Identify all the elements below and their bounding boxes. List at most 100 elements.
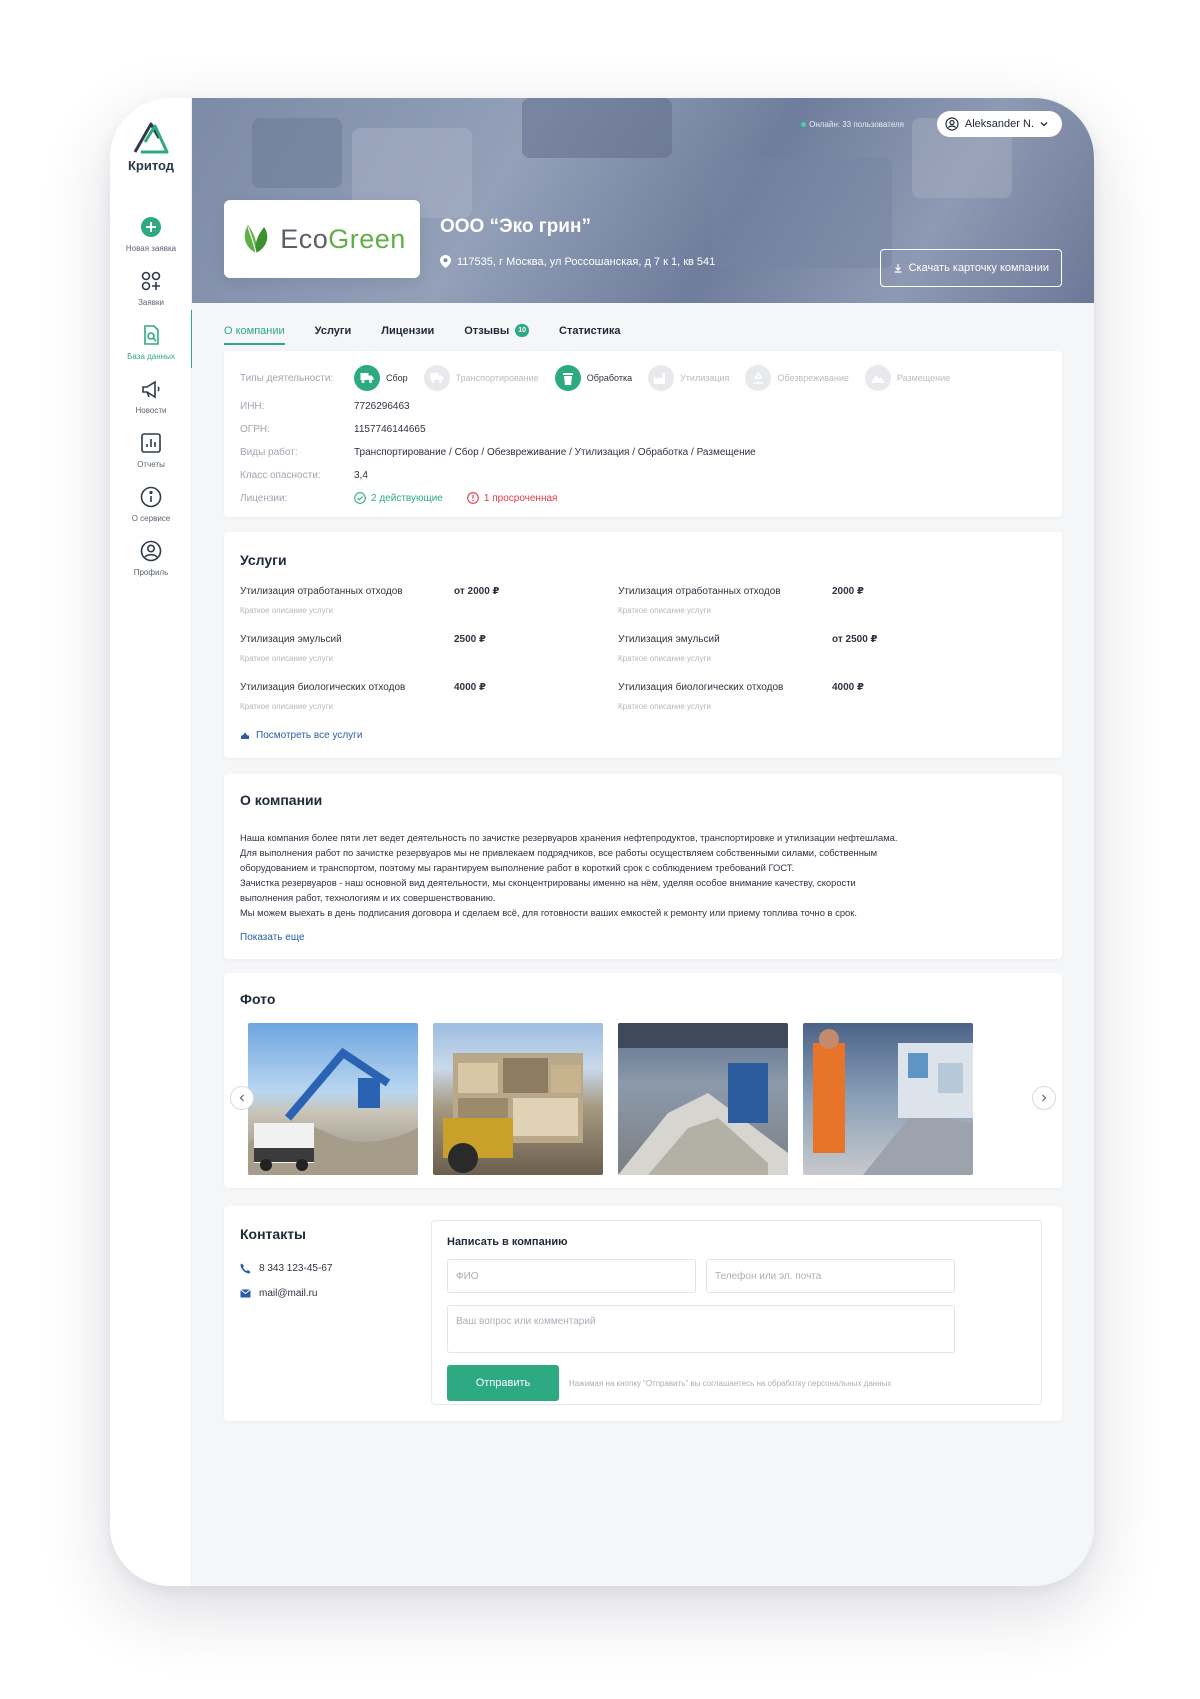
service-item[interactable]: Утилизация отработанных отходов Краткое о… xyxy=(618,586,864,615)
plus-circle-icon xyxy=(138,214,164,240)
recycle-icon xyxy=(745,365,772,391)
inn-row: ИНН: 7726296463 xyxy=(240,401,410,412)
leaf-icon xyxy=(244,225,268,254)
company-logo: EcoGreen xyxy=(224,200,420,278)
photo-thumbnail[interactable] xyxy=(248,1023,418,1175)
hero-background-shape xyxy=(712,158,892,268)
user-menu-button[interactable]: Aleksander N. xyxy=(936,111,1062,137)
activity-collection: Сбор xyxy=(354,365,408,391)
service-item[interactable]: Утилизация отработанных отходов Краткое о… xyxy=(240,586,500,615)
contact-form-title: Написать в компанию xyxy=(447,1236,568,1248)
download-icon xyxy=(894,264,902,273)
document-search-icon xyxy=(138,322,164,348)
activity-processing: Обработка xyxy=(554,365,632,391)
contact-email[interactable]: mail@mail.ru xyxy=(240,1288,318,1299)
hero-background-shape xyxy=(522,98,672,158)
ogrn-value: 1157746144665 xyxy=(354,424,426,435)
activity-transportation: Транспортирование xyxy=(423,365,539,391)
photo-thumbnail[interactable] xyxy=(618,1023,788,1175)
about-title: О компании xyxy=(240,792,323,808)
tab-services[interactable]: Услуги xyxy=(315,324,352,345)
tab-licenses[interactable]: Лицензии xyxy=(381,324,434,345)
megaphone-icon xyxy=(138,376,164,402)
about-description: Наша компания более пяти лет ведет деяте… xyxy=(240,832,898,918)
services-title: Услуги xyxy=(240,552,287,568)
photos-next-button[interactable] xyxy=(1032,1086,1056,1110)
tab-about[interactable]: О компании xyxy=(224,324,285,345)
chevron-down-icon xyxy=(1040,122,1048,127)
online-dot-icon xyxy=(801,122,807,128)
sidebar-item-reports[interactable]: Отчеты xyxy=(110,430,192,469)
landfill-icon xyxy=(864,365,891,391)
company-name: ООО “Эко грин” xyxy=(440,216,591,237)
activity-neutralization: Обезвреживание xyxy=(745,365,849,391)
works-value: Транспортирование / Сбор / Обезвреживани… xyxy=(354,447,756,458)
view-all-services-link[interactable]: Посмотреть все услуги xyxy=(240,730,362,741)
show-more-link[interactable]: Показать еще xyxy=(240,932,305,943)
photos-prev-button[interactable] xyxy=(230,1086,254,1110)
sidebar-item-about-service[interactable]: О сервисе xyxy=(110,484,192,523)
inn-value: 7726296463 xyxy=(354,401,410,412)
sidebar-item-label: Отчеты xyxy=(137,460,165,469)
check-circle-icon xyxy=(354,492,366,504)
reviews-count-badge: 10 xyxy=(515,324,530,337)
contacts-title: Контакты xyxy=(240,1226,307,1242)
company-header: Онлайн: 33 пользователя Aleksander N. Ec… xyxy=(192,98,1094,303)
app-logo-text: Критод xyxy=(127,158,175,173)
service-item[interactable]: Утилизация эмульсий Краткое описание услу… xyxy=(618,634,878,663)
sidebar-item-label: База данных xyxy=(127,352,175,361)
consent-notice: Нажимая на кнопку “Отправить” вы соглаша… xyxy=(569,1379,892,1388)
tab-reviews[interactable]: Отзывы 10 xyxy=(464,324,530,345)
user-circle-icon xyxy=(945,117,959,131)
services-card: Услуги Утилизация отработанных отходов Кр… xyxy=(224,532,1062,758)
contact-input[interactable] xyxy=(706,1259,955,1293)
works-row: Виды работ: Транспортирование / Сбор / Об… xyxy=(240,447,756,458)
contacts-card: Контакты 8 343 123-45-67 mail@mail.ru На… xyxy=(224,1206,1062,1421)
activity-placement: Размещение xyxy=(864,365,950,391)
activity-types: Сбор Транспортирование Обработка Утилиза… xyxy=(354,365,950,391)
location-pin-icon xyxy=(440,255,451,268)
company-address: 117535, г Москва, ул Россошанская, д 7 к… xyxy=(440,255,715,268)
photo-thumbnail[interactable] xyxy=(803,1023,973,1175)
phone-icon xyxy=(240,1263,251,1274)
submit-button[interactable]: Отправить xyxy=(447,1365,559,1401)
licenses-active-link[interactable]: 2 действующие xyxy=(354,492,443,504)
sidebar-item-label: Заявки xyxy=(138,298,164,307)
sidebar-item-profile[interactable]: Профиль xyxy=(110,538,192,577)
contact-form: Написать в компанию Отправить Нажимая на… xyxy=(431,1220,1042,1405)
user-icon xyxy=(138,538,164,564)
service-item[interactable]: Утилизация эмульсий Краткое описание услу… xyxy=(240,634,486,663)
contact-phone[interactable]: 8 343 123-45-67 xyxy=(240,1263,332,1274)
tab-statistics[interactable]: Статистика xyxy=(559,324,621,345)
chart-icon xyxy=(138,430,164,456)
download-card-button[interactable]: Скачать карточку компании xyxy=(879,249,1062,287)
mail-icon xyxy=(240,1289,251,1298)
alert-circle-icon xyxy=(467,492,479,504)
service-item[interactable]: Утилизация биологических отходов Краткое … xyxy=(240,682,486,711)
sidebar-item-label: Профиль xyxy=(133,568,169,577)
app-window: Критод Новая заявка Заявки База данных Н… xyxy=(110,98,1094,1586)
online-status: Онлайн: 33 пользователя xyxy=(801,120,904,129)
name-input[interactable] xyxy=(447,1259,696,1293)
photos-card: Фото xyxy=(224,973,1062,1188)
factory-icon xyxy=(648,365,675,391)
service-item[interactable]: Утилизация биологических отходов Краткое … xyxy=(618,682,864,711)
photo-thumbnail[interactable] xyxy=(433,1023,603,1175)
app-logo[interactable]: Критод xyxy=(110,120,192,173)
photos-title: Фото xyxy=(240,991,276,1007)
company-info-card: Типы деятельности: Сбор Транспортировани… xyxy=(224,351,1062,517)
sidebar-item-requests[interactable]: Заявки xyxy=(110,268,192,307)
hero-background-shape xyxy=(252,118,342,188)
info-icon xyxy=(138,484,164,510)
sidebar-item-news[interactable]: Новости xyxy=(110,376,192,415)
company-tabs: О компании Услуги Лицензии Отзывы 10 Стат… xyxy=(224,324,621,345)
logo-triangle-icon xyxy=(133,122,169,154)
sidebar-item-new-request[interactable]: Новая заявка xyxy=(110,214,192,253)
bin-icon xyxy=(554,365,581,391)
activities-row: Типы деятельности: Сбор Транспортировани… xyxy=(240,365,950,391)
message-textarea[interactable] xyxy=(447,1305,955,1353)
licenses-expired-link[interactable]: 1 просроченная xyxy=(467,492,557,504)
chevron-right-icon xyxy=(1042,1094,1047,1102)
sidebar-item-label: Новая заявка xyxy=(125,244,177,253)
sidebar-item-database[interactable]: База данных xyxy=(110,310,193,368)
